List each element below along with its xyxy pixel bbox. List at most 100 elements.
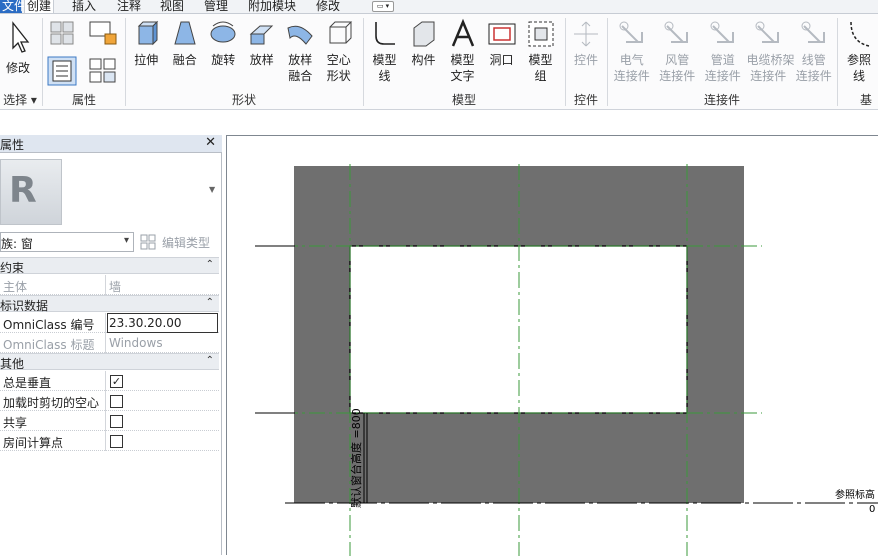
conduit-connector-label: 线管 连接件: [795, 53, 832, 83]
panel-title-properties: 属性: [71, 93, 96, 107]
tab-modify[interactable]: 修改: [314, 0, 342, 13]
property-checkbox[interactable]: ✓: [110, 375, 123, 388]
revolve-icon: [210, 21, 236, 43]
cable-tray-connector-button[interactable]: 电缆桥架 连接件: [746, 18, 795, 84]
family-types-button[interactable]: [86, 18, 120, 54]
modify-label: 修改: [5, 61, 30, 75]
void-forms-label: 空心 形状: [326, 53, 351, 83]
model-text-button[interactable]: 模型 文字: [444, 18, 481, 84]
property-checkbox[interactable]: [110, 415, 123, 428]
ribbon-tab-bar: 文件 创建 插入 注释 视图 管理 附加模块 修改 ▭ ▾: [0, 0, 878, 14]
cable-tray-connector-label: 电缆桥架 连接件: [746, 53, 795, 83]
property-row: 房间计算点: [0, 431, 219, 451]
close-icon[interactable]: ✕: [205, 135, 216, 150]
property-value[interactable]: 墙: [109, 278, 121, 295]
swept-blend-button[interactable]: 放样 融合: [282, 18, 319, 84]
panel-title-forms: 形状: [231, 93, 256, 107]
panel-title-select[interactable]: 选择 ▾: [0, 93, 40, 107]
property-checkbox[interactable]: [110, 395, 123, 408]
blend-label: 融合: [172, 53, 197, 67]
edit-type-icon: [140, 234, 156, 250]
blend-icon: [174, 21, 196, 45]
model-group-button[interactable]: 模型组: [522, 18, 559, 84]
options-bar: [0, 111, 878, 135]
pipe-connector-label: 管道 连接件: [704, 53, 741, 83]
elevation-drawing[interactable]: 默认窗台高度 =800 参照标高 0: [227, 136, 878, 556]
control-icon: [574, 21, 598, 47]
modify-button[interactable]: 修改: [2, 18, 34, 76]
ribbon: 修改 选择 ▾ 属性 拉伸 融合 旋转 放样 放样 融合 空心 形状 形状 模型线构件 模型: [0, 14, 878, 110]
property-name: OmniClass 编号: [3, 318, 95, 332]
void-forms-button[interactable]: 空心 形状: [321, 18, 358, 84]
tab-create[interactable]: 创建: [24, 0, 55, 13]
panel-title-control: 控件: [573, 93, 598, 107]
duct-connector-icon: [664, 21, 689, 43]
type-selector-preview[interactable]: R: [0, 159, 62, 225]
property-checkbox[interactable]: [110, 435, 123, 448]
tab-view[interactable]: 视图: [158, 0, 186, 13]
property-group-header[interactable]: 标识数据 ⌃: [0, 295, 219, 313]
tab-manage[interactable]: 管理: [202, 0, 230, 13]
opening-button[interactable]: 洞口: [483, 18, 520, 68]
family-parameters-button[interactable]: [86, 56, 120, 88]
duct-connector-label: 风管 连接件: [659, 53, 696, 83]
chevron-down-icon: ▾: [123, 235, 129, 246]
reference-line-label: 参照线: [846, 53, 871, 83]
extrusion-icon: [138, 20, 159, 46]
properties-title: 属性: [0, 138, 25, 152]
family-filter-select[interactable]: 族: 窗 ▾: [0, 232, 134, 252]
properties-palette: 属性 ✕ R ▼ 族: 窗 ▾ 编辑类型 约束 ⌃ 主体墙标识数据 ⌃ OmniClas…: [0, 135, 222, 555]
property-group-header[interactable]: 其他 ⌃: [0, 353, 219, 371]
property-row: 总是垂直 ✓: [0, 371, 219, 391]
swept-blend-label: 放样 融合: [288, 53, 313, 83]
tab-addins[interactable]: 附加模块: [246, 0, 298, 13]
component-button[interactable]: 构件: [405, 18, 442, 68]
properties-toggle-button[interactable]: [46, 56, 78, 88]
electrical-connector-button[interactable]: 电气 连接件: [610, 18, 654, 84]
revolve-button[interactable]: 旋转: [205, 18, 242, 68]
conduit-connector-button[interactable]: 线管 连接件: [792, 18, 836, 84]
opening-label: 洞口: [489, 53, 514, 67]
sweep-button[interactable]: 放样: [244, 18, 281, 68]
revolve-label: 旋转: [211, 53, 236, 67]
property-name: 房间计算点: [3, 436, 64, 450]
blend-button[interactable]: 融合: [167, 18, 204, 68]
family-category-button[interactable]: [46, 18, 80, 54]
property-name: 总是垂直: [3, 376, 52, 390]
drawing-view[interactable]: 默认窗台高度 =800 参照标高 0: [226, 135, 878, 556]
collapse-icon: ⌃: [205, 297, 214, 308]
property-value[interactable]: Windows: [109, 336, 163, 350]
tab-insert[interactable]: 插入: [70, 0, 98, 13]
opening-icon: [488, 23, 515, 45]
tab-annotate[interactable]: 注释: [115, 0, 143, 13]
reference-line-button[interactable]: 参照线: [842, 18, 876, 84]
component-label: 构件: [411, 53, 436, 67]
collapse-icon: ⌃: [205, 259, 214, 270]
collapse-icon: ⌃: [205, 355, 214, 366]
panel-title-connectors: 连接件: [703, 93, 740, 107]
panel-title-datum: 基: [860, 93, 873, 107]
extrusion-button[interactable]: 拉伸: [128, 18, 165, 68]
grid-parameters-icon: [89, 58, 116, 83]
chevron-down-icon[interactable]: ▼: [209, 185, 215, 194]
property-group-header[interactable]: 约束 ⌃: [0, 257, 219, 275]
property-row: 主体 墙: [0, 275, 219, 295]
duct-connector-button[interactable]: 风管 连接件: [656, 18, 700, 84]
property-name: 加载时剪切的空心: [3, 396, 100, 410]
pipe-connector-button[interactable]: 管道 连接件: [701, 18, 745, 84]
conduit-connector-icon: [801, 21, 825, 43]
property-name: OmniClass 标题: [3, 338, 95, 352]
property-row: 共享: [0, 411, 219, 431]
component-icon: [413, 21, 434, 47]
sill-height-dimension[interactable]: 默认窗台高度 =800: [349, 408, 363, 508]
level-name[interactable]: 参照标高: [835, 488, 875, 501]
ribbon-toggle-button[interactable]: ▭ ▾: [372, 1, 394, 12]
electrical-connector-label: 电气 连接件: [613, 53, 650, 83]
swept-blend-icon: [287, 25, 313, 45]
control-button[interactable]: 控件: [568, 18, 604, 68]
tab-file[interactable]: 文件: [0, 0, 26, 13]
family-types-icon: [89, 21, 117, 45]
model-line-button[interactable]: 模型线: [366, 18, 403, 84]
model-text-icon: [451, 18, 474, 47]
family-category-icon: [50, 21, 74, 45]
